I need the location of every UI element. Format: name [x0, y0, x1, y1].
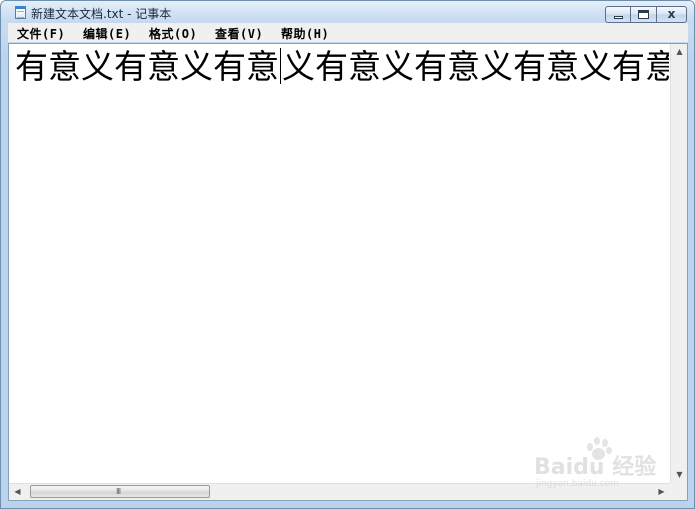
scroll-right-icon[interactable]: ▶ [653, 484, 670, 500]
text-caret [280, 48, 281, 84]
scroll-grip-icon: III [116, 487, 121, 496]
text-area[interactable]: 有意义有意义有意义有意义有意义有意义有意义有 [13, 46, 669, 482]
close-button[interactable]: x [657, 6, 687, 23]
text-after-caret: 义有意义有意义有意义有意义有 [282, 47, 669, 86]
menu-bar: 文件(F) 编辑(E) 格式(O) 查看(V) 帮助(H) [8, 23, 688, 42]
menu-format[interactable]: 格式(O) [149, 25, 197, 42]
menu-file[interactable]: 文件(F) [17, 25, 65, 42]
maximize-icon [638, 10, 649, 19]
text-editor[interactable]: 有意义有意义有意义有意义有意义有意义有意义有 ▲ ▼ ◀ III ▶ [8, 43, 688, 501]
title-bar[interactable]: 新建文本文档.txt - 记事本 x [1, 1, 694, 23]
text-before-caret: 有意义有意义有意 [15, 47, 279, 86]
close-icon: x [667, 7, 676, 21]
notepad-icon[interactable] [15, 6, 26, 19]
menu-edit[interactable]: 编辑(E) [83, 25, 131, 42]
scroll-left-icon[interactable]: ◀ [9, 484, 26, 500]
menu-help[interactable]: 帮助(H) [281, 25, 329, 42]
vertical-scrollbar[interactable]: ▲ ▼ [670, 44, 687, 483]
horizontal-scrollbar[interactable]: ◀ III ▶ [9, 483, 670, 500]
scroll-down-icon[interactable]: ▼ [671, 467, 688, 483]
notepad-window: 新建文本文档.txt - 记事本 x 文件(F) 编辑(E) 格式(O) 查看(… [0, 0, 695, 509]
maximize-button[interactable] [631, 6, 657, 23]
text-line[interactable]: 有意义有意义有意义有意义有意义有意义有意义有 [15, 48, 669, 86]
scrollbar-corner [670, 483, 687, 500]
window-title: 新建文本文档.txt - 记事本 [31, 7, 172, 21]
menu-view[interactable]: 查看(V) [215, 25, 263, 42]
horizontal-scroll-thumb[interactable]: III [30, 485, 210, 498]
scroll-up-icon[interactable]: ▲ [671, 44, 688, 60]
minimize-icon [614, 16, 623, 19]
minimize-button[interactable] [605, 6, 631, 23]
